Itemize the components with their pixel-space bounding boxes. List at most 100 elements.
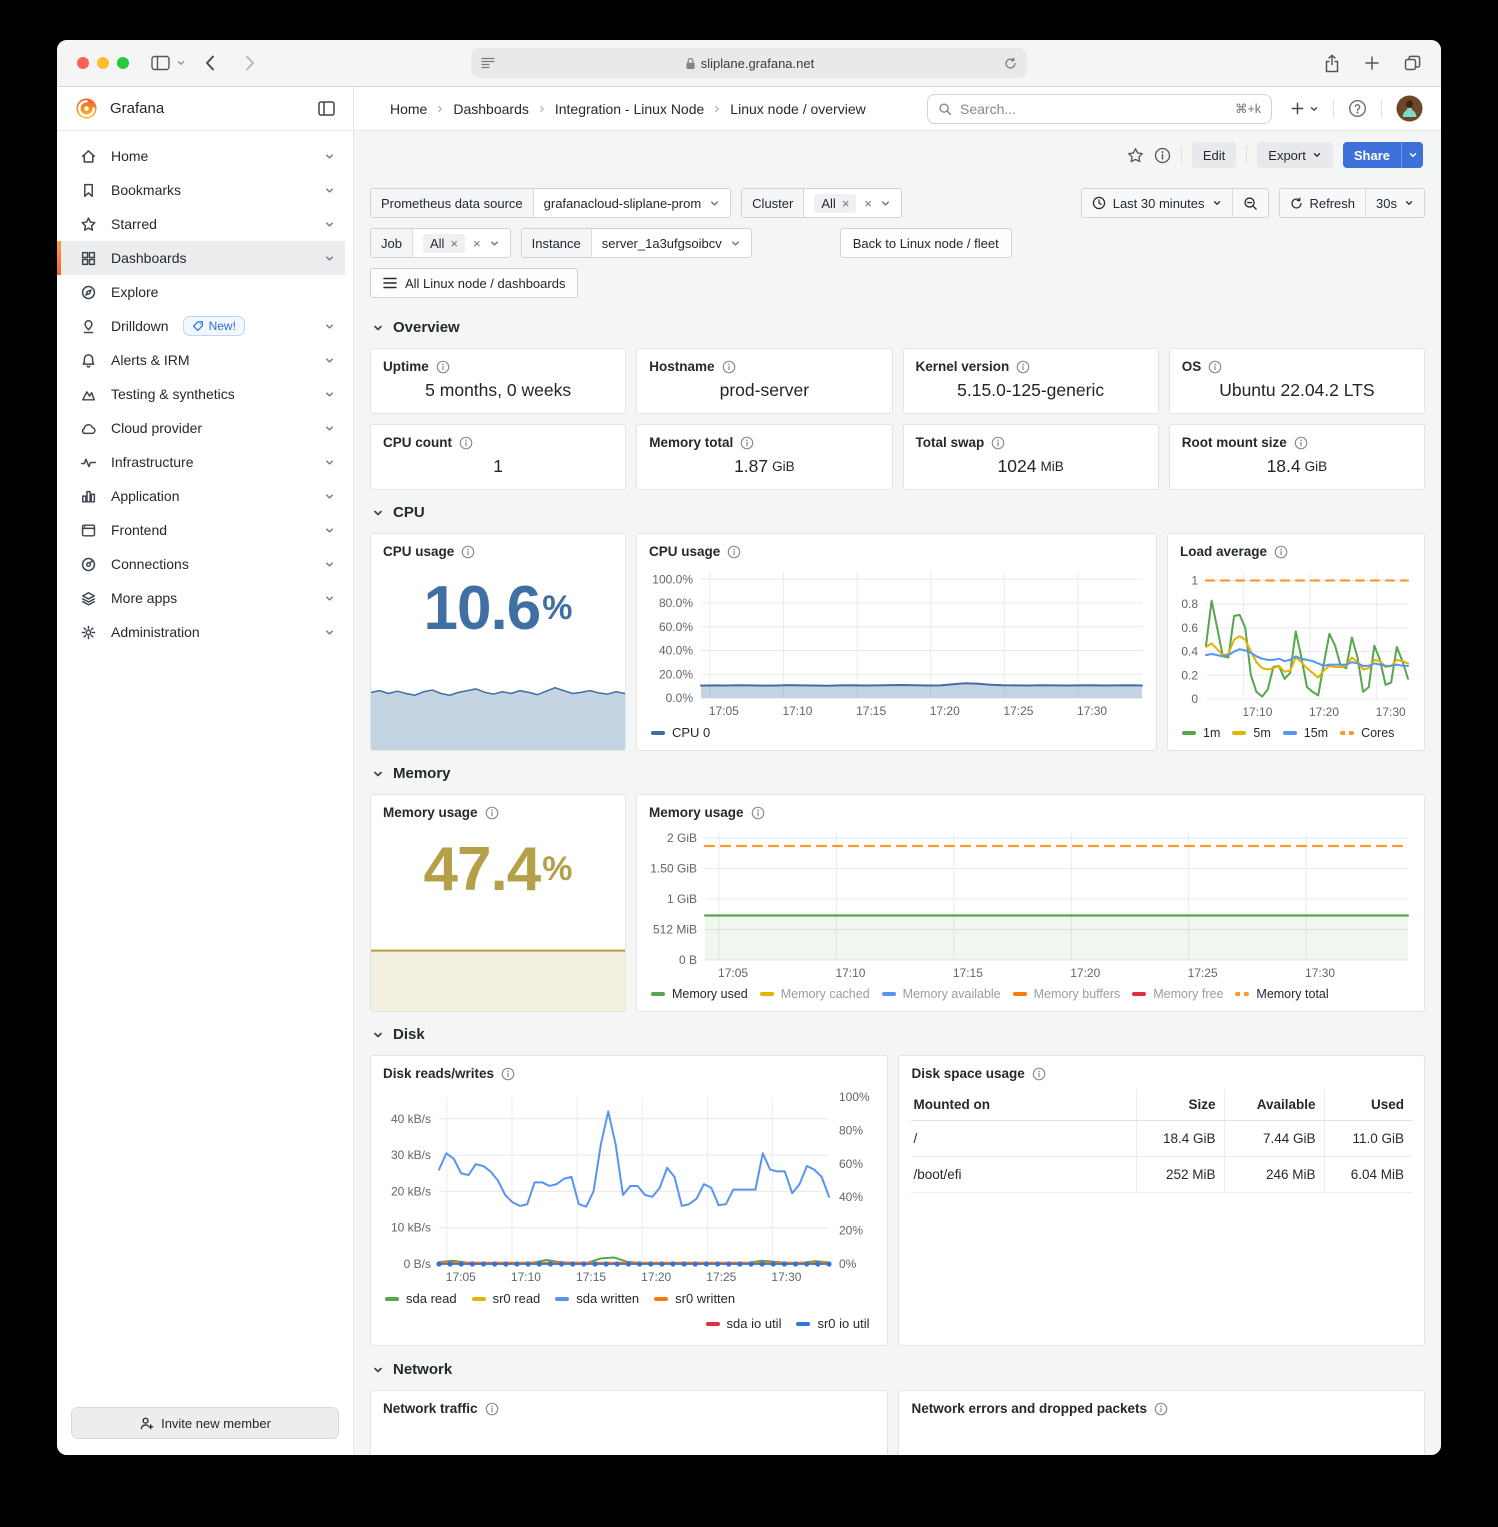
sidebar-item-alerts[interactable]: Alerts & IRM — [57, 343, 345, 377]
chevron-down-icon[interactable] — [324, 559, 335, 570]
panel-info-icon[interactable] — [751, 806, 765, 820]
minimize-window-button[interactable] — [97, 57, 109, 69]
legend-item[interactable]: sr0 read — [472, 1291, 541, 1306]
panel-info-icon[interactable] — [727, 545, 741, 559]
clear-filter-icon[interactable]: × — [473, 237, 481, 250]
section-overview[interactable]: Overview — [372, 319, 1425, 336]
chevron-down-icon[interactable] — [324, 321, 335, 332]
legend-item[interactable]: sda read — [385, 1291, 457, 1306]
share-button[interactable]: Share — [1343, 142, 1423, 168]
browser-sidebar-toggle-icon[interactable] — [151, 55, 170, 71]
cpu-usage-chart[interactable]: 100.0%80.0%60.0%40.0%20.0%0.0%17:0517:10… — [637, 561, 1156, 722]
sidebar-item-bookmarks[interactable]: Bookmarks — [57, 173, 345, 207]
panel-info-icon[interactable] — [1154, 1402, 1168, 1416]
disk-reads-writes-chart[interactable]: 40 kB/s30 kB/s20 kB/s10 kB/s0 B/s100%80%… — [371, 1083, 887, 1288]
sidebar-item-administration[interactable]: Administration — [57, 615, 345, 649]
breadcrumb-item[interactable]: Linux node / overview — [730, 101, 865, 117]
add-button[interactable] — [1290, 101, 1319, 116]
new-tab-icon[interactable] — [1364, 55, 1380, 71]
panel-info-icon[interactable] — [1032, 1067, 1046, 1081]
panel-info-icon[interactable] — [740, 436, 754, 450]
panel-info-icon[interactable] — [1016, 360, 1030, 374]
sidebar-item-more-apps[interactable]: More apps — [57, 581, 345, 615]
panel-info-icon[interactable] — [459, 436, 473, 450]
favorite-star-icon[interactable] — [1127, 147, 1144, 164]
panel-info-icon[interactable] — [485, 1402, 499, 1416]
chevron-down-icon[interactable] — [324, 491, 335, 502]
sidebar-item-testing[interactable]: Testing & synthetics — [57, 377, 345, 411]
legend-item[interactable]: Memory available — [882, 987, 1001, 1001]
job-value[interactable]: All× × — [413, 229, 510, 257]
clear-filter-icon[interactable]: × — [864, 197, 872, 210]
remove-chip-icon[interactable]: × — [842, 197, 850, 210]
back-to-fleet-button[interactable]: Back to Linux node / fleet — [840, 228, 1012, 258]
back-button[interactable] — [204, 54, 216, 72]
legend-item[interactable]: sda io util — [706, 1316, 782, 1331]
chevron-down-icon[interactable] — [176, 58, 186, 68]
sidebar-item-connections[interactable]: Connections — [57, 547, 345, 581]
panel-info-icon[interactable] — [991, 436, 1005, 450]
all-dashboards-button[interactable]: All Linux node / dashboards — [370, 268, 578, 298]
section-memory[interactable]: Memory — [372, 765, 1425, 782]
legend-item[interactable]: Memory buffers — [1013, 987, 1121, 1001]
refresh-interval-picker[interactable]: 30s — [1365, 189, 1424, 217]
chevron-down-icon[interactable] — [324, 219, 335, 230]
panel-info-icon[interactable] — [722, 360, 736, 374]
legend-item[interactable]: Memory cached — [760, 987, 870, 1001]
invite-new-member-button[interactable]: Invite new member — [71, 1407, 339, 1439]
search-input[interactable] — [960, 101, 1227, 117]
sidebar-item-cloud-provider[interactable]: Cloud provider — [57, 411, 345, 445]
chevron-down-icon[interactable] — [324, 151, 335, 162]
search-box[interactable]: ⌘+k — [927, 94, 1272, 124]
time-range-picker[interactable]: Last 30 minutes — [1082, 189, 1232, 217]
breadcrumb-item[interactable]: Dashboards — [453, 101, 529, 117]
memory-usage-chart[interactable]: 2 GiB1.50 GiB1 GiB512 MiB0 B17:0517:1017… — [637, 822, 1424, 984]
load-average-chart[interactable]: 10.80.60.40.2017:1017:2017:30 — [1168, 561, 1424, 723]
chevron-down-icon[interactable] — [324, 355, 335, 366]
sidebar-item-starred[interactable]: Starred — [57, 207, 345, 241]
reload-icon[interactable] — [1004, 57, 1017, 70]
panel-info-icon[interactable] — [461, 545, 475, 559]
chevron-down-icon[interactable] — [324, 253, 335, 264]
share-page-icon[interactable] — [1324, 54, 1340, 73]
sidebar-item-dashboards[interactable]: Dashboards — [57, 241, 345, 275]
chevron-down-icon[interactable] — [324, 525, 335, 536]
section-disk[interactable]: Disk — [372, 1026, 1425, 1043]
panel-info-icon[interactable] — [1208, 360, 1222, 374]
chevron-down-icon[interactable] — [324, 457, 335, 468]
refresh-button[interactable]: Refresh — [1280, 189, 1366, 217]
legend-item[interactable]: 15m — [1283, 726, 1328, 740]
breadcrumb-item[interactable]: Integration - Linux Node — [555, 101, 704, 117]
section-cpu[interactable]: CPU — [372, 504, 1425, 521]
reader-view-icon[interactable] — [481, 57, 495, 70]
chevron-down-icon[interactable] — [324, 185, 335, 196]
cluster-value[interactable]: All× × — [804, 189, 901, 217]
chevron-down-icon[interactable] — [324, 389, 335, 400]
section-network[interactable]: Network — [372, 1361, 1425, 1378]
share-dropdown-icon[interactable] — [1401, 142, 1423, 168]
instance-value[interactable]: server_1a3ufgsoibcv — [592, 229, 751, 257]
dashboard-info-icon[interactable] — [1154, 147, 1171, 164]
panel-info-icon[interactable] — [485, 806, 499, 820]
zoom-out-button[interactable] — [1232, 189, 1268, 217]
datasource-value[interactable]: grafanacloud-sliplane-prom — [534, 189, 731, 217]
legend-item[interactable]: sr0 io util — [796, 1316, 869, 1331]
panel-info-icon[interactable] — [1294, 436, 1308, 450]
legend-item[interactable]: Cores — [1340, 726, 1394, 740]
chevron-down-icon[interactable] — [324, 627, 335, 638]
avatar[interactable] — [1396, 95, 1423, 122]
legend-item[interactable]: Memory free — [1132, 987, 1223, 1001]
export-button[interactable]: Export — [1257, 142, 1333, 168]
legend-item[interactable]: 5m — [1232, 726, 1270, 740]
forward-button[interactable] — [244, 54, 256, 72]
close-window-button[interactable] — [77, 57, 89, 69]
edit-button[interactable]: Edit — [1192, 142, 1236, 168]
breadcrumb-item[interactable]: Home — [390, 101, 427, 117]
legend-item[interactable]: sda written — [555, 1291, 639, 1306]
chevron-down-icon[interactable] — [324, 423, 335, 434]
panel-info-icon[interactable] — [501, 1067, 515, 1081]
zoom-window-button[interactable] — [117, 57, 129, 69]
panel-info-icon[interactable] — [436, 360, 450, 374]
chevron-down-icon[interactable] — [324, 593, 335, 604]
sidebar-item-frontend[interactable]: Frontend — [57, 513, 345, 547]
